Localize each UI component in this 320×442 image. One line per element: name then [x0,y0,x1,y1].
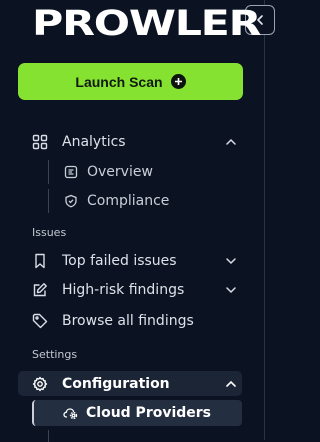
sidebar-divider [264,0,265,440]
top-failed-issues-label: Top failed issues [62,253,177,269]
launch-scan-label: Launch Scan [75,73,163,90]
gear-icon [30,374,50,394]
shield-icon [63,193,79,209]
nav-item-analytics[interactable]: Analytics [30,129,255,155]
overview-label: Overview [87,164,153,180]
chevron-up-icon [226,380,236,387]
launch-scan-button[interactable]: Launch Scan [18,63,243,100]
chevron-up-icon [226,138,236,145]
nav-item-configuration[interactable]: Configuration [30,371,255,397]
configuration-label: Configuration [62,376,170,392]
nav-item-browse-all-findings[interactable]: Browse all findings [30,308,255,334]
edit-icon [30,280,50,300]
chevron-down-icon [226,287,236,294]
nav-subitem-cloud-providers[interactable]: Cloud Providers [48,401,248,425]
section-issues: Issues [32,226,67,239]
nav-item-top-failed-issues[interactable]: Top failed issues [30,248,255,274]
compliance-label: Compliance [87,193,170,209]
nav-subitem-overview[interactable]: Overview [48,160,248,184]
tag-icon [30,311,50,331]
bookmark-icon [30,251,50,271]
prowler-logo[interactable]: PROWLER [32,4,262,44]
grid-icon [30,132,50,152]
analytics-label: Analytics [62,134,126,150]
section-settings: Settings [32,348,78,361]
nav-subitem-compliance[interactable]: Compliance [48,189,248,213]
nav-subitem-partial [48,430,249,442]
overview-icon [63,164,79,180]
cloud-gear-icon [62,405,78,421]
chevron-down-icon [226,258,236,265]
plus-circle-icon [170,74,186,89]
browse-all-findings-label: Browse all findings [62,313,194,329]
high-risk-findings-label: High-risk findings [62,282,185,298]
cloud-providers-label: Cloud Providers [86,405,212,421]
nav-item-high-risk-findings[interactable]: High-risk findings [30,277,255,303]
